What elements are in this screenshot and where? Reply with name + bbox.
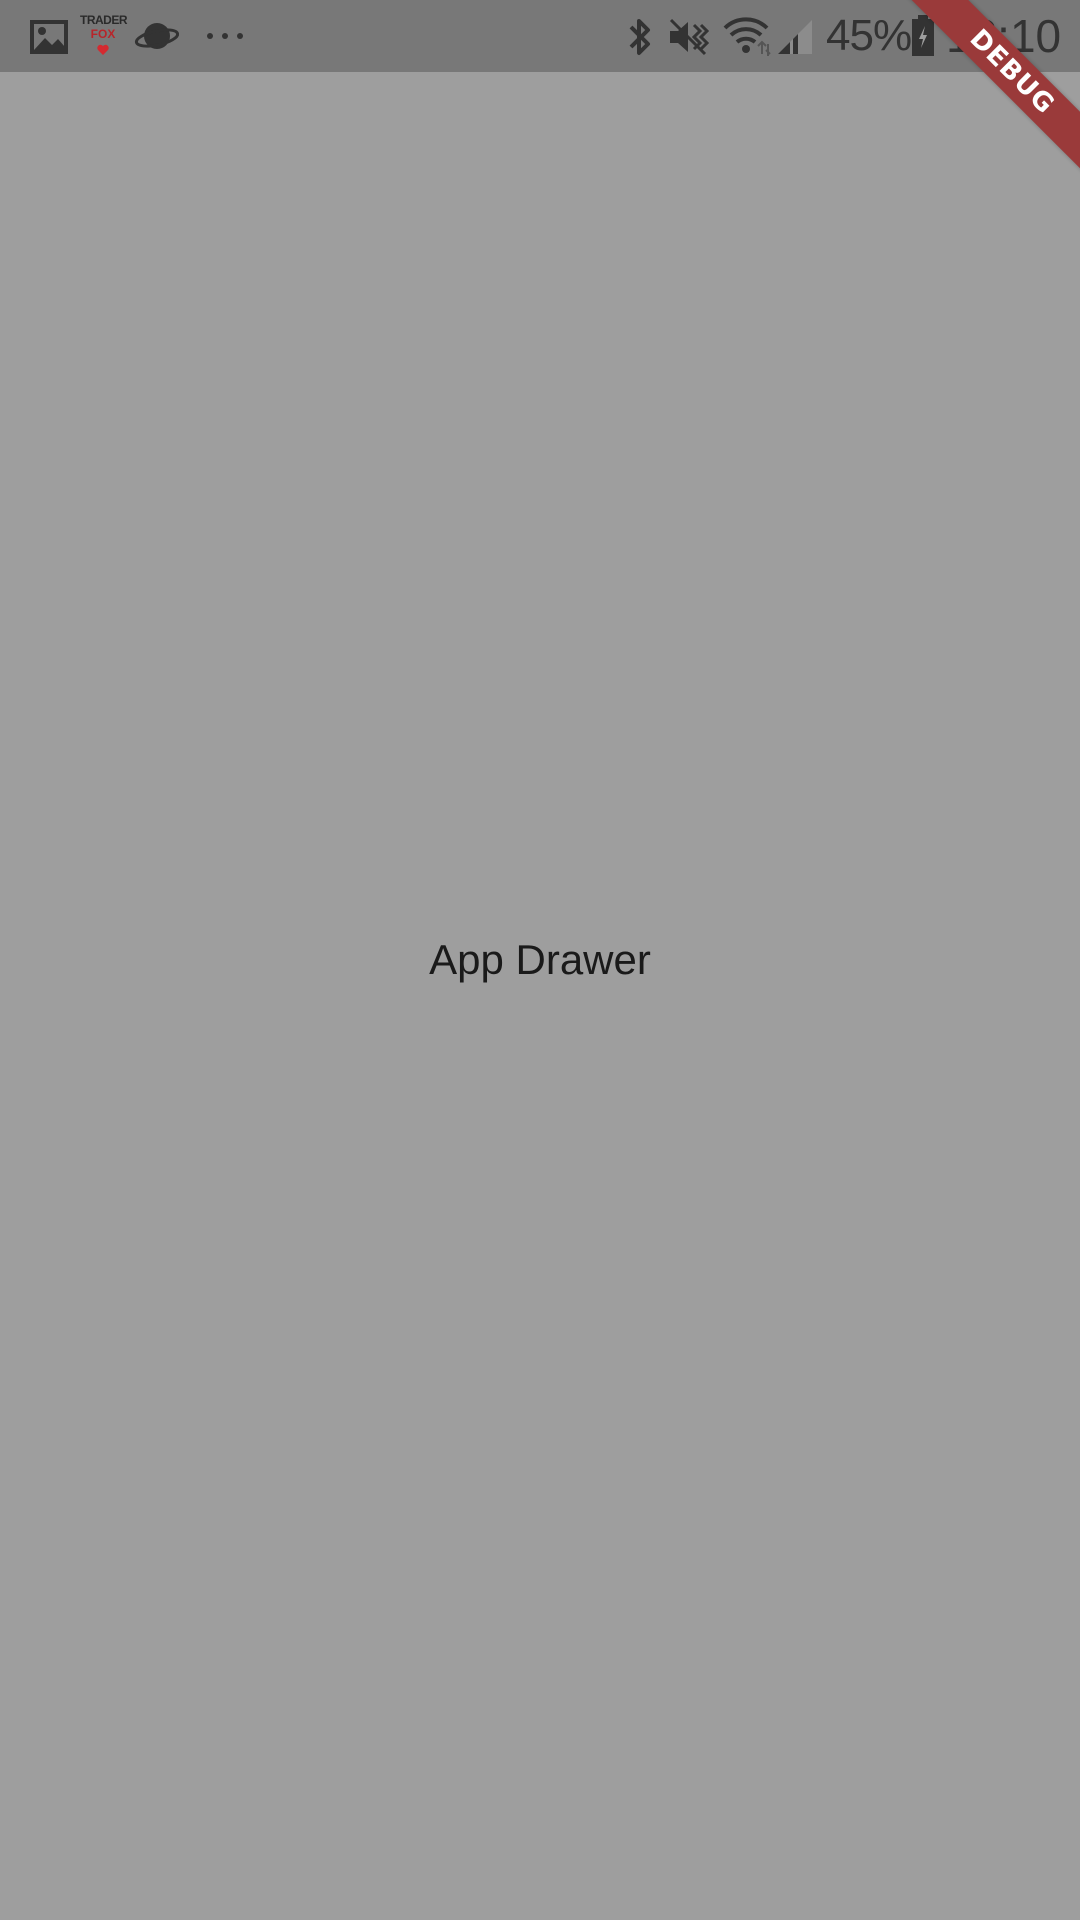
trader-fox-icon: TRADER FOX [80, 13, 128, 60]
trader-logo-line2: FOX [90, 27, 116, 41]
planet-icon [134, 23, 180, 49]
page-title: App Drawer [429, 936, 651, 983]
battery-icon [912, 15, 934, 56]
vibrate-icon [669, 18, 709, 56]
heart-icon [97, 44, 109, 55]
status-bar[interactable]: TRADER FOX 45% 18:10 [0, 0, 1080, 72]
bluetooth-icon [629, 19, 650, 55]
signal-icon [778, 20, 812, 54]
image-icon [30, 20, 68, 54]
more-notifications-icon [207, 33, 243, 39]
trader-logo-line1: TRADER [80, 13, 128, 27]
status-clock: 18:10 [946, 10, 1062, 62]
wifi-icon [723, 17, 771, 56]
app-screen: TRADER FOX 45% 18:10 App Drawer DEBUG [0, 0, 1080, 1920]
battery-percent: 45% [826, 11, 912, 60]
